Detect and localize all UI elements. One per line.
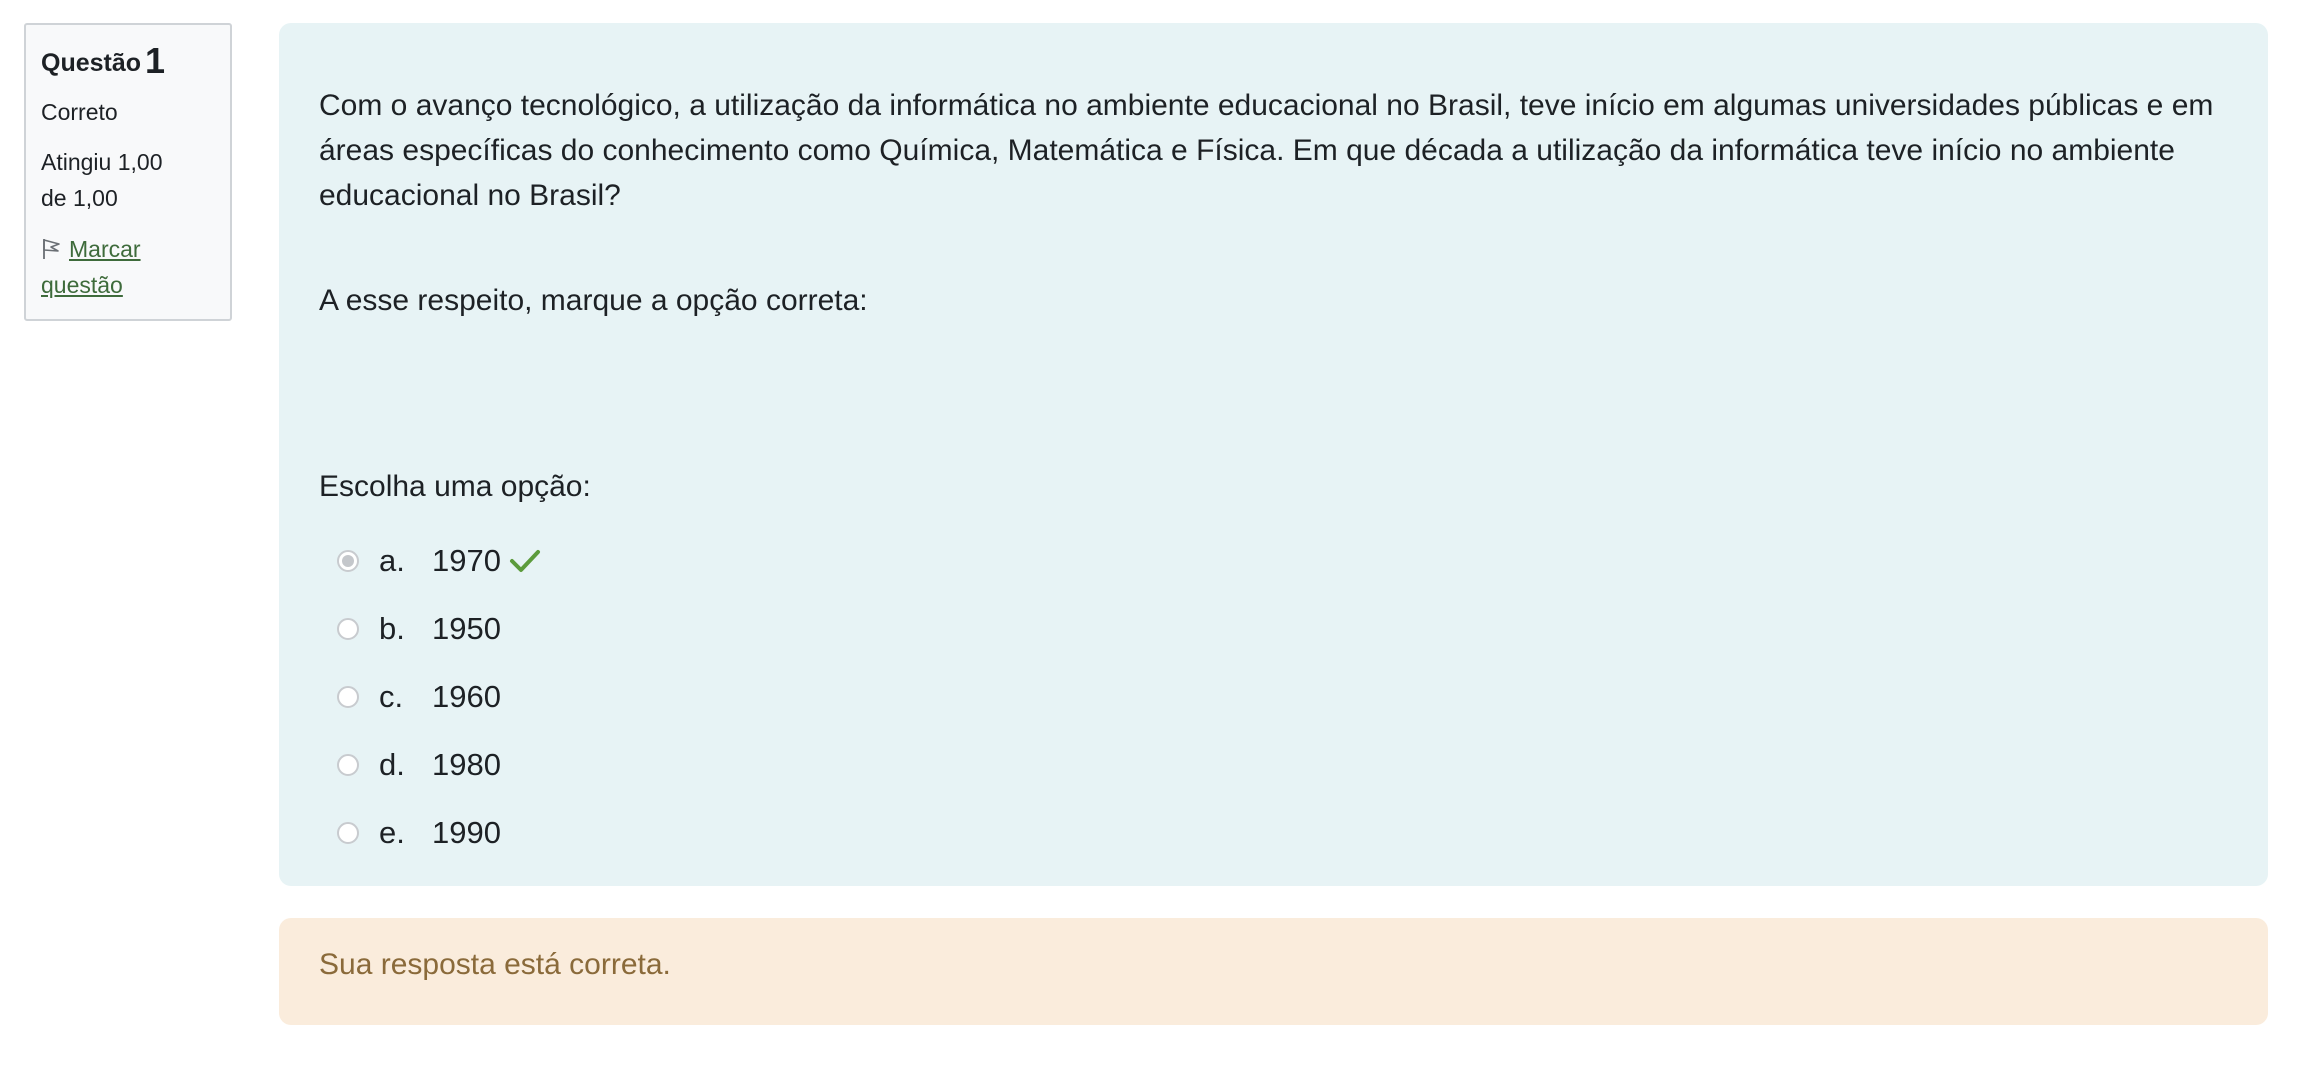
- answer-list: a. 1970 b. 1950 c. 1960 d. 1980 e. 1990: [319, 527, 2228, 867]
- question-info-panel: Questão 1 Correto Atingiu 1,00 de 1,00 Ma…: [24, 23, 232, 321]
- grade-line-1: Atingiu 1,00: [41, 149, 163, 175]
- quiz-page: Questão 1 Correto Atingiu 1,00 de 1,00 Ma…: [0, 0, 2317, 1075]
- question-number: 1: [145, 40, 166, 81]
- answer-value: 1970: [432, 543, 501, 578]
- grade-line-2: de 1,00: [41, 185, 118, 211]
- check-icon: [509, 547, 541, 575]
- answer-radio-e[interactable]: [337, 822, 359, 844]
- answer-option-b[interactable]: b. 1950: [319, 595, 2228, 663]
- answer-letter: b.: [379, 611, 405, 646]
- answer-option-d[interactable]: d. 1980: [319, 731, 2228, 799]
- question-label: Questão: [41, 49, 142, 77]
- answer-letter: c.: [379, 679, 404, 714]
- flag-question-link-line-2[interactable]: questão: [41, 272, 123, 298]
- question-paragraph-2: A esse respeito, marque a opção correta:: [319, 284, 868, 317]
- feedback-text: Sua resposta está correta.: [319, 948, 671, 981]
- answer-radio-a[interactable]: [337, 550, 359, 572]
- answer-value: 1980: [432, 747, 501, 782]
- answer-radio-d[interactable]: [337, 754, 359, 776]
- answer-option-a[interactable]: a. 1970: [319, 527, 2228, 595]
- answer-value: 1950: [432, 611, 501, 646]
- answer-option-c[interactable]: c. 1960: [319, 663, 2228, 731]
- question-grade: Atingiu 1,00 de 1,00: [41, 144, 216, 216]
- flag-icon[interactable]: [41, 235, 63, 259]
- question-content: Com o avanço tecnológico, a utilização d…: [279, 23, 2268, 886]
- question-number-heading: Questão 1: [41, 43, 216, 79]
- answer-radio-b[interactable]: [337, 618, 359, 640]
- flag-question[interactable]: Marcar questão: [41, 231, 216, 303]
- question-state: Correto: [41, 99, 118, 125]
- answer-radio-c[interactable]: [337, 686, 359, 708]
- flag-question-link-line-1[interactable]: Marcar: [69, 236, 141, 262]
- answer-letter: a.: [379, 543, 405, 578]
- answer-prompt: Escolha uma opção:: [319, 470, 591, 503]
- answer-value: 1990: [432, 815, 501, 850]
- answer-value: 1960: [432, 679, 501, 714]
- feedback-box: Sua resposta está correta.: [279, 918, 2268, 1025]
- question-text: Com o avanço tecnológico, a utilização d…: [319, 83, 2228, 323]
- answer-letter: e.: [379, 815, 405, 850]
- answer-option-e[interactable]: e. 1990: [319, 799, 2228, 867]
- answer-letter: d.: [379, 747, 405, 782]
- question-paragraph-1: Com o avanço tecnológico, a utilização d…: [319, 89, 2214, 212]
